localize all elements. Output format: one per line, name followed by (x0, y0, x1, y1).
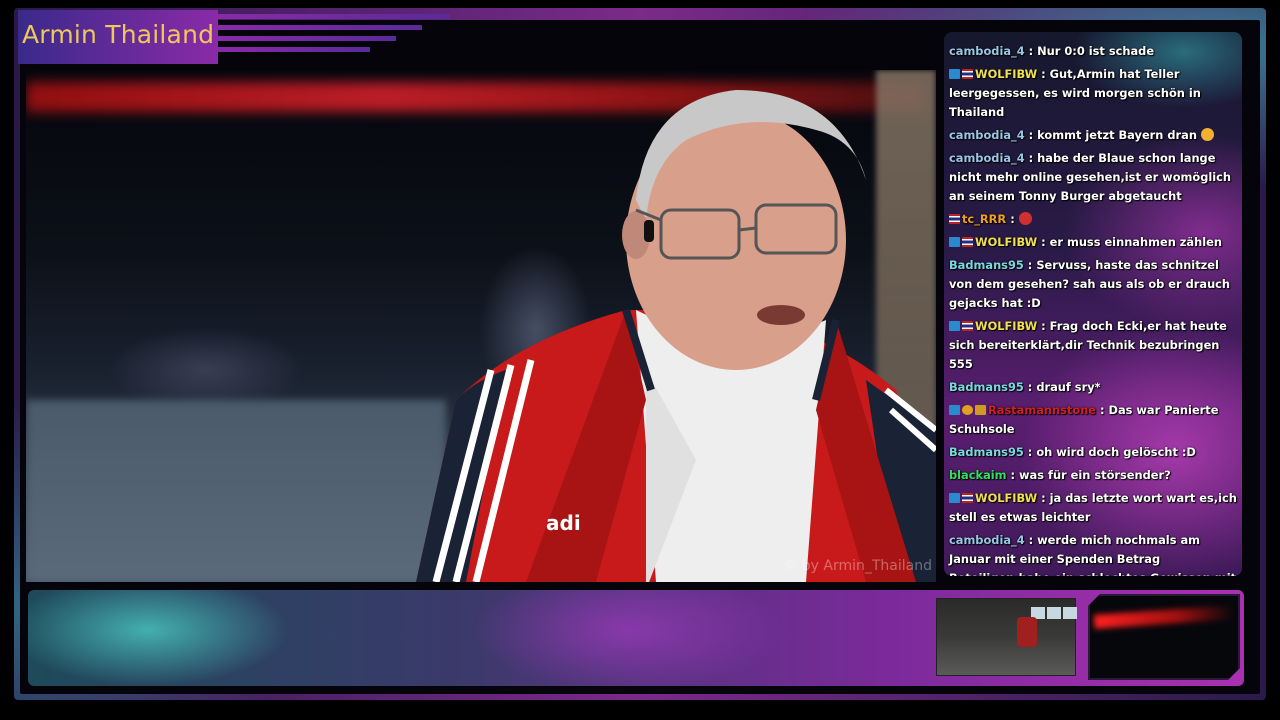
chat-text: : was für ein störsender? (1010, 468, 1171, 482)
background-floor (26, 400, 446, 582)
room-camera-thumbnail[interactable] (936, 598, 1077, 676)
flag-icon (962, 493, 973, 503)
chat-message: cambodia_4 : kommt jetzt Bayern dran (949, 126, 1237, 145)
chat-text: : kommt jetzt Bayern dran (1028, 128, 1197, 142)
svg-text:adi: adi (546, 511, 581, 535)
chat-message: tc_RRR : (949, 210, 1237, 229)
flag-icon (962, 69, 973, 79)
flag-icon (949, 214, 960, 224)
badge-icon (949, 493, 960, 503)
chat-message: blackaim : was für ein störsender? (949, 466, 1237, 485)
badge-icon (949, 405, 960, 415)
flag-icon (962, 321, 973, 331)
chat-username[interactable]: cambodia_4 (949, 128, 1025, 142)
chat-username[interactable]: WOLFIBW (975, 319, 1037, 333)
chat-text: : (1010, 212, 1015, 226)
chat-message-list: cambodia_4 : Nur 0:0 ist schade WOLFIBW :… (949, 42, 1237, 576)
chat-username[interactable]: cambodia_4 (949, 533, 1025, 547)
chat-text: : drauf sry* (1027, 380, 1101, 394)
chat-username[interactable]: Badmans95 (949, 380, 1024, 394)
chat-username[interactable]: Badmans95 (949, 445, 1024, 459)
chat-username[interactable]: Badmans95 (949, 258, 1024, 272)
streamer-figure: adi (416, 90, 936, 582)
badge-icon (949, 69, 960, 79)
badge-icon (949, 321, 960, 331)
chat-username[interactable]: tc_RRR (962, 212, 1006, 226)
channel-title: Armin Thailand (22, 20, 215, 49)
chat-message: WOLFIBW : ja das letzte wort wart es,ich… (949, 489, 1237, 527)
chat-message: Rastamannstone : Das war Panierte Schuhs… (949, 401, 1237, 439)
chat-username[interactable]: WOLFIBW (975, 491, 1037, 505)
chat-username[interactable]: WOLFIBW (975, 67, 1037, 81)
chat-message: WOLFIBW : Frag doch Ecki,er hat heute si… (949, 317, 1237, 374)
chat-message: WOLFIBW : er muss einnahmen zählen (949, 233, 1237, 252)
webcam-video[interactable]: adi © by Armin_Thailand (26, 70, 936, 582)
chat-message: cambodia_4 : habe der Blaue schon lange … (949, 149, 1237, 206)
secondary-camera-thumbnail[interactable] (1088, 594, 1240, 680)
chat-username[interactable]: cambodia_4 (949, 151, 1025, 165)
chat-username[interactable]: Rastamannstone (988, 403, 1096, 417)
chat-text: : er muss einnahmen zählen (1041, 235, 1222, 249)
chat-message: WOLFIBW : Gut,Armin hat Teller leergeges… (949, 65, 1237, 122)
badge-icon (949, 237, 960, 247)
chat-message: Badmans95 : Servuss, haste das schnitzel… (949, 256, 1237, 313)
gold-icon (962, 405, 973, 415)
video-watermark: © by Armin_Thailand (783, 558, 932, 574)
chat-message: Badmans95 : oh wird doch gelöscht :D (949, 443, 1237, 462)
chat-username[interactable]: blackaim (949, 468, 1007, 482)
chat-username[interactable]: WOLFIBW (975, 235, 1037, 249)
chat-text: : Nur 0:0 ist schade (1028, 44, 1155, 58)
chat-message: Badmans95 : drauf sry* (949, 378, 1237, 397)
chat-message: cambodia_4 : Nur 0:0 ist schade (949, 42, 1237, 61)
chat-message: cambodia_4 : werde mich nochmals am Janu… (949, 531, 1237, 576)
chat-username[interactable]: cambodia_4 (949, 44, 1025, 58)
crown-icon (975, 405, 986, 415)
chat-panel[interactable]: cambodia_4 : Nur 0:0 ist schade WOLFIBW :… (944, 32, 1242, 576)
title-decoration (218, 14, 458, 66)
red-emote-icon (1018, 212, 1032, 225)
flag-icon (962, 237, 973, 247)
chat-text: : oh wird doch gelöscht :D (1027, 445, 1196, 459)
smile-emote-icon (1200, 128, 1214, 141)
